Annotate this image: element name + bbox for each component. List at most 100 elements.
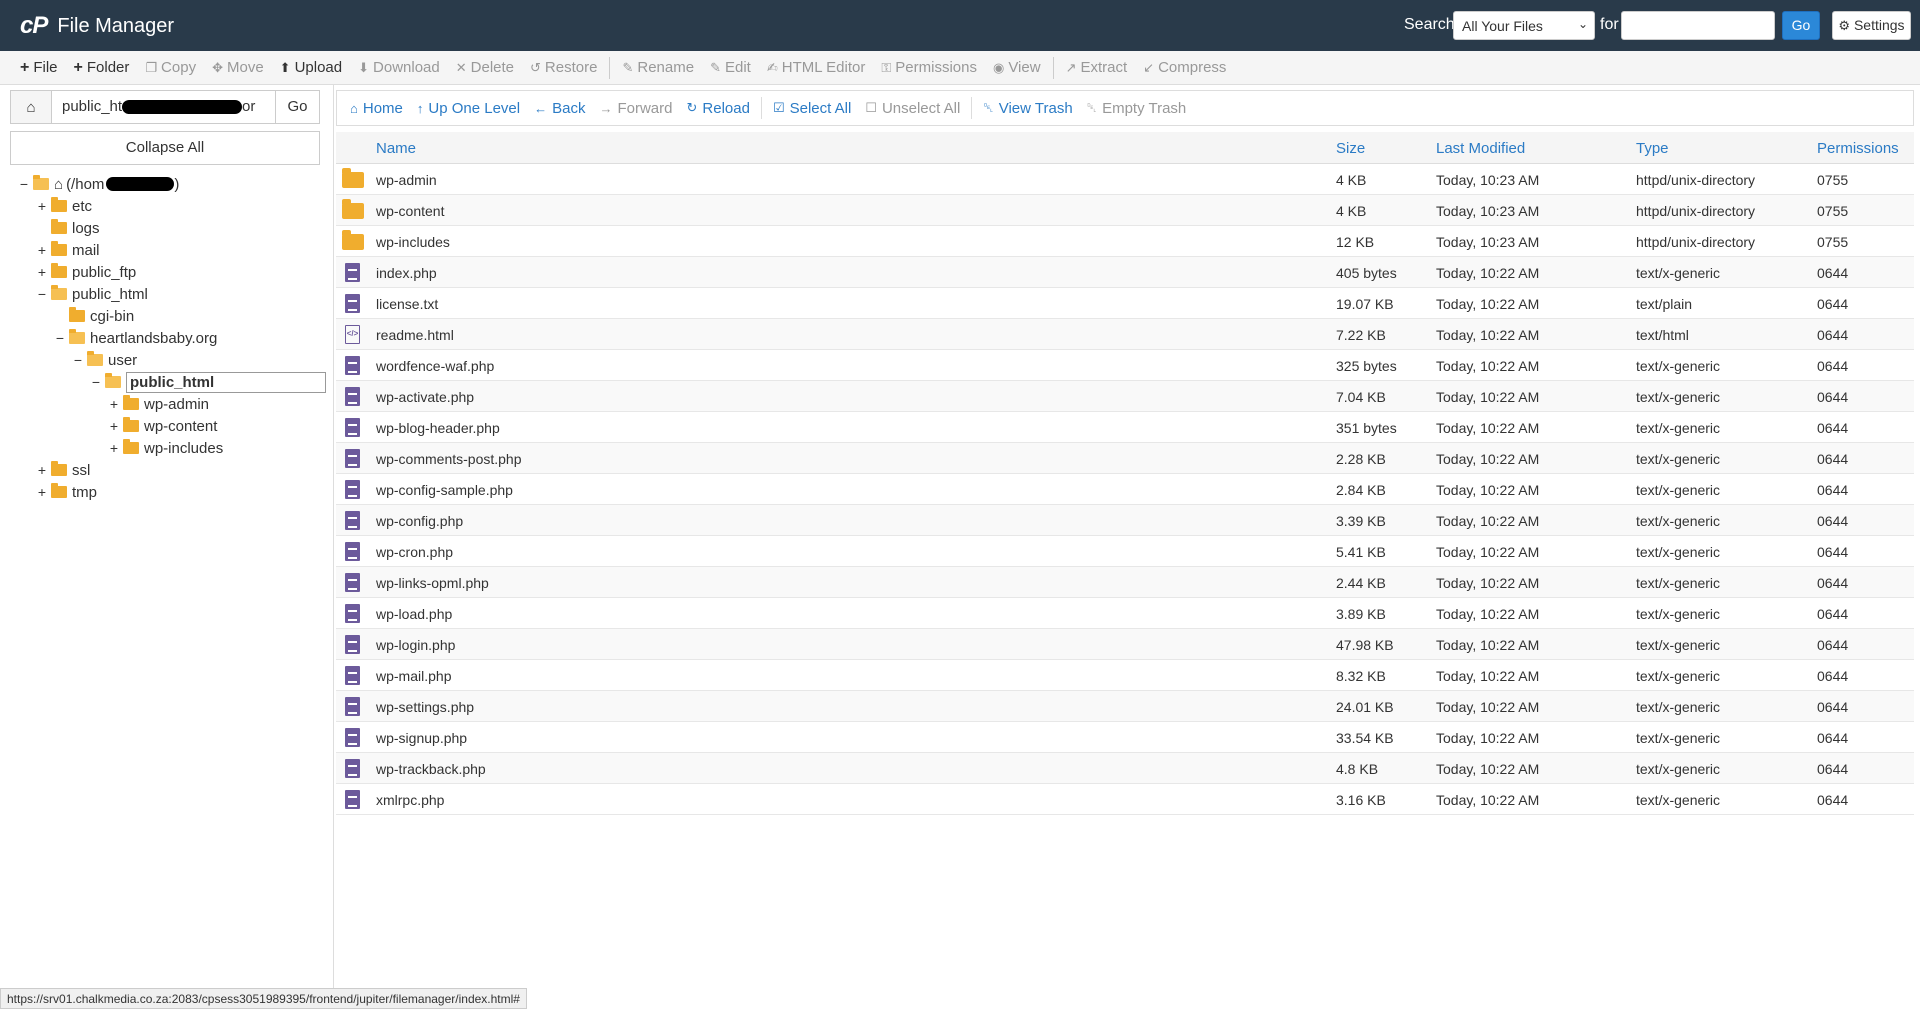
tree-item-etc[interactable]: + etc: [36, 195, 92, 217]
table-row[interactable]: wordfence-waf.php 325 bytes Today, 10:22 A…: [336, 350, 1914, 381]
table-row[interactable]: wp-content 4 KB Today, 10:23 AM httpd/unix-…: [336, 195, 1914, 226]
table-row[interactable]: wp-config.php 3.39 KB Today, 10:22 AM text/…: [336, 505, 1914, 536]
toolbar-copy-button[interactable]: ❐ Copy: [137, 51, 204, 85]
toolbar-extract-button[interactable]: ↗ Extract: [1058, 51, 1136, 85]
table-row[interactable]: wp-signup.php 33.54 KB Today, 10:22 AM text…: [336, 722, 1914, 753]
tree-item-public-html[interactable]: − public_html: [36, 283, 148, 305]
tree-item-tmp[interactable]: + tmp: [36, 481, 97, 503]
expand-icon[interactable]: +: [108, 440, 120, 456]
toolbar-move-button[interactable]: ✥ Move: [204, 51, 272, 85]
table-row[interactable]: wp-links-opml.php 2.44 KB Today, 10:22 AM t…: [336, 567, 1914, 598]
nav-view-trash-button[interactable]: ␡ View Trash: [976, 100, 1079, 117]
search-scope-select[interactable]: All Your Files ⌄: [1453, 11, 1595, 40]
toolbar-rename-button[interactable]: ✎ Rename: [614, 51, 702, 85]
toolbar-delete-button[interactable]: ✕ Delete: [448, 51, 522, 85]
column-name-header[interactable]: Name: [376, 140, 416, 157]
tree-item-heartlandsbaby-org[interactable]: − heartlandsbaby.org: [54, 327, 217, 349]
collapse-all-button[interactable]: Collapse All: [10, 131, 320, 165]
expand-icon[interactable]: +: [36, 198, 48, 214]
toolbar-edit-button[interactable]: ✎ Edit: [702, 51, 759, 85]
expand-icon[interactable]: +: [108, 396, 120, 412]
tree-item-ssl[interactable]: + ssl: [36, 459, 90, 481]
file-size: 325 bytes: [1336, 358, 1397, 374]
tree-item-user[interactable]: − user: [72, 349, 137, 371]
nav-back-button[interactable]: ← Back: [527, 100, 592, 117]
collapse-icon[interactable]: −: [54, 330, 66, 346]
toolbar-upload-button[interactable]: ⬆ Upload: [272, 51, 350, 85]
logo[interactable]: cP File Manager: [20, 12, 174, 40]
toolbar-move-label: Move: [226, 59, 264, 76]
column-permissions-header[interactable]: Permissions: [1817, 140, 1899, 157]
icon-shape: [345, 604, 360, 623]
nav-unselect-all-button[interactable]: ☐ Unselect All: [858, 100, 967, 117]
file-type: text/x-generic: [1636, 730, 1721, 746]
table-row[interactable]: wp-load.php 3.89 KB Today, 10:22 AM text/x-…: [336, 598, 1914, 629]
tree-item-wp-admin[interactable]: + wp-admin: [108, 393, 209, 415]
collapse-icon[interactable]: −: [90, 374, 102, 390]
collapse-icon[interactable]: −: [18, 176, 30, 192]
table-row[interactable]: wp-blog-header.php 351 bytes Today, 10:22 …: [336, 412, 1914, 443]
table-row[interactable]: wp-config-sample.php 2.84 KB Today, 10:22 …: [336, 474, 1914, 505]
toolbar-html-editor-button[interactable]: ✍ HTML Editor: [759, 51, 874, 85]
file-size: 3.16 KB: [1336, 792, 1386, 808]
table-row[interactable]: wp-includes 12 KB Today, 10:23 AM httpd/uni…: [336, 226, 1914, 257]
column-type-header[interactable]: Type: [1636, 140, 1669, 157]
tree-item-logs[interactable]: logs: [36, 217, 100, 239]
file-type: text/x-generic: [1636, 513, 1721, 529]
tree-item-wp-content[interactable]: + wp-content: [108, 415, 217, 437]
table-row[interactable]: index.php 405 bytes Today, 10:22 AM text/x-…: [336, 257, 1914, 288]
toolbar-compress-button[interactable]: ↙ Compress: [1135, 51, 1234, 85]
toolbar-download-button[interactable]: ⬇ Download: [350, 51, 448, 85]
expand-icon[interactable]: +: [36, 462, 48, 478]
check-square-icon: ☑: [772, 100, 785, 115]
path-go-button[interactable]: Go: [276, 90, 320, 124]
column-size-header[interactable]: Size: [1336, 140, 1365, 157]
file-size: 24.01 KB: [1336, 699, 1394, 715]
table-row[interactable]: wp-comments-post.php 2.28 KB Today, 10:22 …: [336, 443, 1914, 474]
table-row[interactable]: </> readme.html 7.22 KB Today, 10:22 AM text…: [336, 319, 1914, 350]
collapse-icon[interactable]: −: [72, 352, 84, 368]
table-row[interactable]: wp-login.php 47.98 KB Today, 10:22 AM text/…: [336, 629, 1914, 660]
nav-empty-trash-button[interactable]: ␡ Empty Trash: [1080, 100, 1194, 117]
nav-home-button[interactable]: ⌂ Home: [343, 100, 410, 117]
nav-select-all-button[interactable]: ☑ Select All: [766, 100, 858, 117]
expand-icon[interactable]: +: [108, 418, 120, 434]
nav-up-one-level-button[interactable]: ↑ Up One Level: [410, 100, 527, 117]
collapse-icon[interactable]: −: [36, 286, 48, 302]
tree-item-hom[interactable]: − ⌂ (/hom): [18, 173, 179, 195]
table-row[interactable]: wp-admin 4 KB Today, 10:23 AM httpd/unix-di…: [336, 164, 1914, 195]
table-row[interactable]: wp-activate.php 7.04 KB Today, 10:22 AM tex…: [336, 381, 1914, 412]
toolbar-restore-button[interactable]: ↺ Restore: [522, 51, 605, 85]
table-row[interactable]: wp-settings.php 24.01 KB Today, 10:22 AM te…: [336, 691, 1914, 722]
table-row[interactable]: wp-cron.php 5.41 KB Today, 10:22 AM text/x-…: [336, 536, 1914, 567]
search-scope-value: All Your Files: [1462, 18, 1543, 34]
table-row[interactable]: wp-trackback.php 4.8 KB Today, 10:22 AM tex…: [336, 753, 1914, 784]
expand-icon[interactable]: +: [36, 242, 48, 258]
nav-divider: [760, 97, 762, 119]
settings-button[interactable]: ⚙ Settings: [1832, 11, 1911, 40]
tree-item-wp-includes[interactable]: + wp-includes: [108, 437, 223, 459]
tree-item-public-html[interactable]: − public_html: [90, 371, 326, 393]
tree-item-public-ftp[interactable]: + public_ftp: [36, 261, 136, 283]
path-input[interactable]: public_ht or: [52, 90, 276, 124]
toolbar-view-button[interactable]: ◉ View: [985, 51, 1049, 85]
toolbar-folder-button[interactable]: + Folder: [66, 51, 138, 85]
column-modified-header[interactable]: Last Modified: [1436, 140, 1525, 157]
tree-item-cgi-bin[interactable]: cgi-bin: [54, 305, 134, 327]
toolbar-file-button[interactable]: + File: [12, 51, 66, 85]
path-home-button[interactable]: ⌂: [10, 90, 52, 124]
expand-icon[interactable]: +: [36, 264, 48, 280]
nav-forward-button[interactable]: → Forward: [592, 100, 679, 117]
table-row[interactable]: xmlrpc.php 3.16 KB Today, 10:22 AM text/x-g…: [336, 784, 1914, 815]
table-row[interactable]: license.txt 19.07 KB Today, 10:22 AM text/p…: [336, 288, 1914, 319]
search-go-button[interactable]: Go: [1782, 11, 1820, 40]
home-icon: ⌂: [26, 98, 36, 116]
table-row[interactable]: wp-mail.php 8.32 KB Today, 10:22 AM text/x-…: [336, 660, 1914, 691]
tree-item-mail[interactable]: + mail: [36, 239, 100, 261]
search-input[interactable]: [1621, 11, 1775, 40]
nav-reload-button[interactable]: ↻ Reload: [679, 100, 756, 117]
home-icon: ⌂: [350, 100, 358, 116]
expand-icon[interactable]: +: [36, 484, 48, 500]
file-permissions: 0644: [1817, 513, 1849, 529]
toolbar-permissions-button[interactable]: ⚿ Permissions: [873, 51, 985, 85]
